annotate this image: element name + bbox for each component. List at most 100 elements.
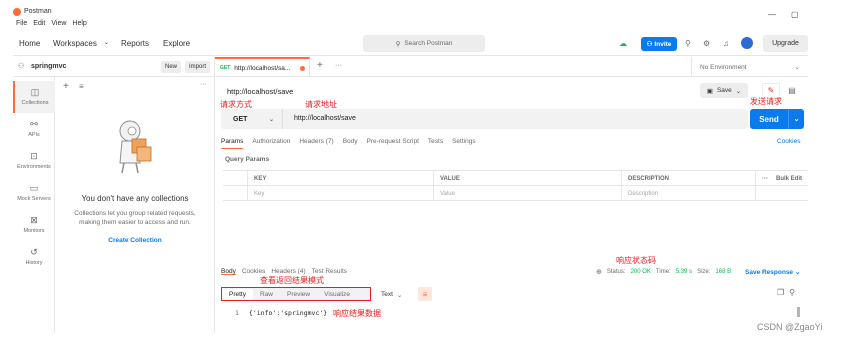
satellite-icon[interactable]: ⚲ (685, 39, 691, 48)
empty-collections-title: You don't have any collections (81, 194, 189, 203)
status-code: 200 OK (630, 269, 651, 275)
response-time: 5.39 s (675, 269, 693, 275)
response-status: ⊕ Status: 200 OK Time: 5.39 s Size: 168 … (596, 269, 732, 276)
request-title: http://localhost/save (227, 87, 294, 96)
search-icon[interactable]: ⚲ (789, 288, 795, 297)
add-collection-icon[interactable]: + (63, 81, 69, 92)
request-tab-bar: GET http://localhost/sa... + ··· No Envi… (215, 57, 808, 77)
format-visualize[interactable]: Visualize (317, 291, 357, 298)
sidebar-item-mock-servers[interactable]: ▭ Mock Servers (13, 183, 55, 202)
unsaved-dot-icon (300, 65, 305, 71)
tab-test-results[interactable]: Test Results (312, 268, 347, 275)
save-icon: ▣ (706, 87, 713, 95)
sidebar-rail: ◫ Collections ⚯ APIs ⊡ Environments ▭ Mo… (13, 77, 55, 333)
format-preview[interactable]: Preview (280, 291, 317, 298)
menu-edit[interactable]: Edit (33, 20, 45, 27)
gear-icon[interactable]: ⚙ (703, 39, 710, 48)
comments-icon[interactable]: ▤ (783, 83, 801, 98)
menu-view[interactable]: View (51, 20, 66, 27)
bell-icon[interactable]: ♫ (723, 39, 729, 48)
table-row: Key Value Description (223, 186, 808, 201)
send-button[interactable]: Send ⌄ (750, 109, 804, 129)
annotation-send: 发送请求 (750, 97, 782, 106)
chevron-down-icon[interactable]: ⌄ (788, 109, 804, 129)
key-input[interactable]: Key (247, 186, 433, 201)
value-input[interactable]: Value (433, 186, 621, 201)
copy-icon[interactable]: ❐ (777, 288, 784, 297)
save-button[interactable]: ▣ Save ⌄ (700, 83, 748, 98)
response-tabs: Body Cookies Headers (4) Test Results (221, 268, 353, 275)
tab-authorization[interactable]: Authorization (252, 138, 290, 149)
format-raw[interactable]: Raw (253, 291, 280, 298)
table-header-row: KEY VALUE DESCRIPTION ··· Bulk Edit (223, 171, 808, 186)
url-bar: GET ⌄ http://localhost/save (221, 109, 748, 129)
import-button[interactable]: Import (185, 61, 211, 73)
new-tab-icon[interactable]: + (317, 60, 323, 71)
sidebar-item-monitors[interactable]: ⊠ Monitors (13, 215, 55, 234)
response-body: 1 {'info':'springmvc'} (235, 309, 327, 317)
annotation-result: 响应结果数据 (333, 309, 381, 318)
collections-panel: + ≡ ··· You don't have any collections C… (55, 77, 215, 333)
nav-workspaces[interactable]: Workspaces (53, 39, 97, 48)
bulk-edit-cell: ··· Bulk Edit (755, 171, 808, 186)
chevron-down-icon: ⌄ (396, 291, 403, 299)
tab-headers[interactable]: Headers (7) (299, 138, 333, 149)
sync-icon[interactable]: ☁ (619, 39, 627, 48)
globe-icon: ⊕ (596, 269, 602, 276)
tab-tests[interactable]: Tests (428, 138, 443, 149)
more-icon[interactable]: ··· (200, 81, 207, 88)
upgrade-button[interactable]: Upgrade (763, 35, 808, 52)
sidebar-item-environments[interactable]: ⊡ Environments (13, 151, 55, 170)
invite-button[interactable]: ⚇ Invite (641, 37, 677, 51)
chevron-down-icon[interactable]: ⌄ (104, 39, 109, 46)
environment-select[interactable]: No Environment ⌄ (691, 57, 808, 77)
description-input[interactable]: Description (621, 186, 755, 201)
language-select[interactable]: Text ⌄ (381, 288, 411, 301)
wrap-lines-icon[interactable]: ≡ (418, 287, 432, 301)
more-icon[interactable]: ··· (762, 176, 768, 182)
params-table: KEY VALUE DESCRIPTION ··· Bulk Edit Key … (223, 170, 808, 201)
minimize-icon[interactable]: — (768, 10, 776, 19)
menu-file[interactable]: File (16, 20, 27, 27)
tab-pre-request-script[interactable]: Pre-request Script (367, 138, 419, 149)
tab-settings[interactable]: Settings (452, 138, 476, 149)
sidebar-item-apis[interactable]: ⚯ APIs (13, 119, 55, 138)
nav-reports[interactable]: Reports (121, 39, 149, 48)
workspace-bar: ⚇ springmvc New Import (13, 57, 215, 77)
tab-response-headers[interactable]: Headers (4) (271, 268, 305, 275)
annotation-format: 查看返回结果模式 (260, 276, 324, 285)
bulk-edit-link[interactable]: Bulk Edit (776, 176, 802, 182)
sidebar-item-history[interactable]: ↺ History (13, 247, 55, 266)
create-collection-link[interactable]: Create Collection (55, 237, 215, 244)
maximize-icon[interactable]: ▢ (791, 10, 799, 19)
more-tabs-icon[interactable]: ··· (335, 62, 342, 69)
scrollbar[interactable] (797, 307, 800, 317)
collections-icon: ◫ (30, 87, 40, 97)
query-params-label: Query Params (225, 156, 270, 163)
tab-body[interactable]: Body (343, 138, 358, 149)
tab-params[interactable]: Params (221, 138, 244, 149)
add-user-icon: ⚇ (646, 41, 653, 48)
column-value: VALUE (433, 171, 621, 186)
menu-help[interactable]: Help (72, 20, 86, 27)
column-description: DESCRIPTION (621, 171, 755, 186)
url-input[interactable]: http://localhost/save (294, 115, 356, 122)
filter-icon[interactable]: ≡ (79, 82, 84, 91)
cookies-link[interactable]: Cookies (777, 138, 800, 145)
method-select[interactable]: GET ⌄ (221, 109, 283, 129)
empty-collections-desc: Collections let you group related reques… (74, 210, 196, 226)
nav-home[interactable]: Home (19, 39, 40, 48)
app-name: Postman (24, 8, 52, 15)
top-header: Home Workspaces ⌄ Reports Explore ⚲ Sear… (13, 32, 808, 56)
search-input[interactable]: ⚲ Search Postman (363, 35, 485, 52)
workspace-name[interactable]: springmvc (31, 63, 66, 70)
tab-request[interactable]: GET http://localhost/sa... (215, 57, 310, 77)
format-pretty[interactable]: Pretty (222, 288, 253, 300)
save-response-button[interactable]: Save Response ⌄ (745, 268, 800, 276)
avatar[interactable] (741, 37, 753, 49)
sidebar-item-collections[interactable]: ◫ Collections (13, 81, 55, 113)
nav-explore[interactable]: Explore (163, 39, 190, 48)
tab-response-body[interactable]: Body (221, 268, 236, 275)
new-button[interactable]: New (161, 61, 182, 73)
tab-response-cookies[interactable]: Cookies (242, 268, 265, 275)
